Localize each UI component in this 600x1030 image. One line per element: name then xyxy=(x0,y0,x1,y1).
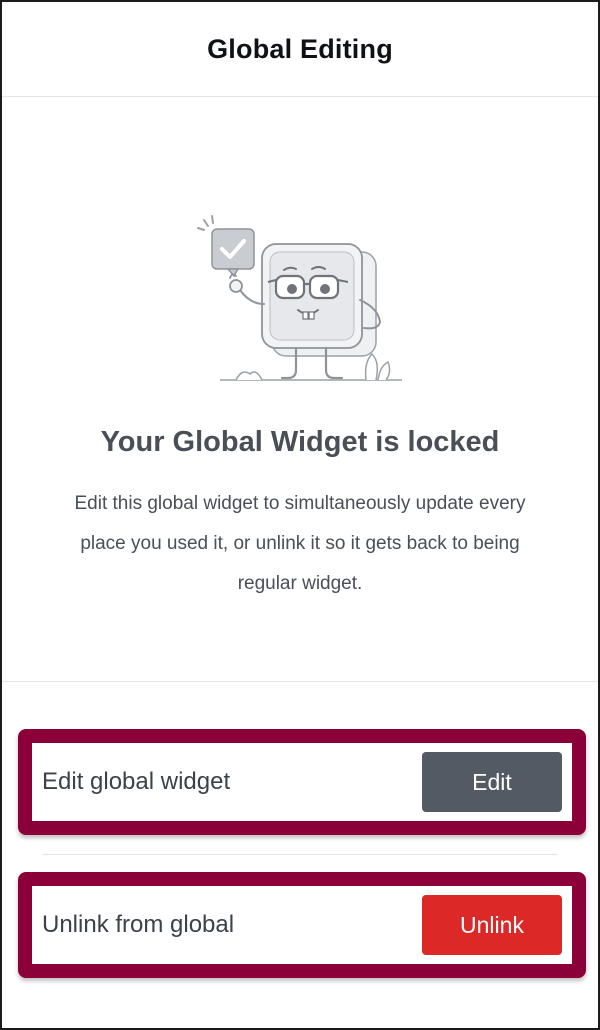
unlink-from-global-label: Unlink from global xyxy=(42,911,235,938)
section-divider xyxy=(2,681,598,682)
panel-header: Global Editing xyxy=(2,2,598,97)
locked-widget-illustration xyxy=(197,215,402,381)
unlink-from-global-row: Unlink from global Unlink xyxy=(18,872,586,978)
row-separator xyxy=(42,854,558,855)
panel-title: Global Editing xyxy=(207,33,393,64)
edit-global-widget-row: Edit global widget Edit xyxy=(18,729,586,835)
check-icon xyxy=(211,228,255,278)
edit-global-widget-label: Edit global widget xyxy=(42,768,231,795)
locked-description: Edit this global widget to simultaneousl… xyxy=(74,493,526,594)
global-editing-panel: Global Editing Your Global Widget is loc… xyxy=(0,0,600,1030)
edit-button[interactable]: Edit xyxy=(422,752,562,812)
locked-title: Your Global Widget is locked xyxy=(100,426,500,458)
unlink-button[interactable]: Unlink xyxy=(422,895,562,955)
